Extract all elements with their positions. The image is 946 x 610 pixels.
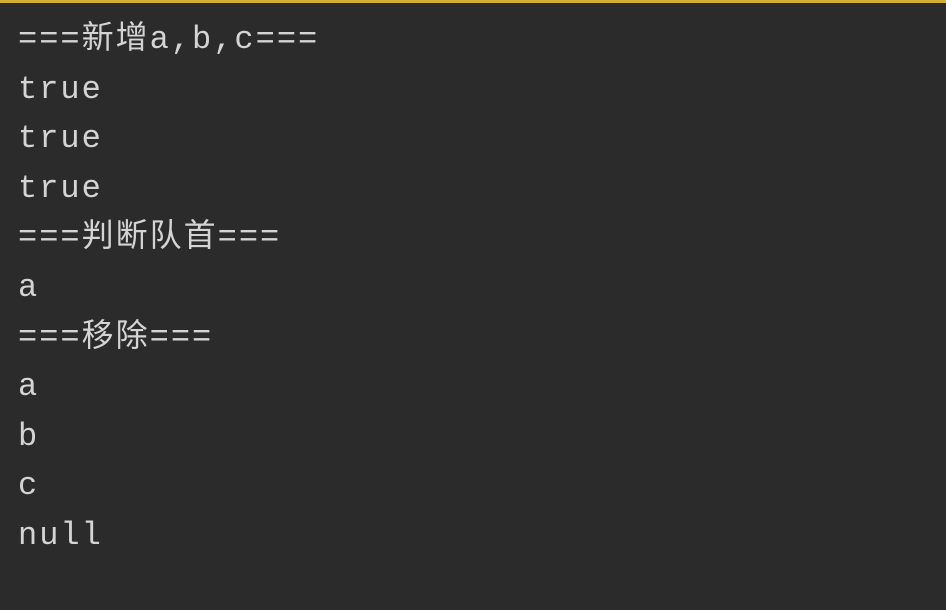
console-line: true xyxy=(18,164,928,214)
console-line: ===判断队首=== xyxy=(18,213,928,263)
console-line: a xyxy=(18,362,928,412)
console-line: a xyxy=(18,263,928,313)
console-line: ===新增a,b,c=== xyxy=(18,15,928,65)
console-line: b xyxy=(18,412,928,462)
console-line: true xyxy=(18,65,928,115)
console-line: c xyxy=(18,461,928,511)
console-output-area: ===新增a,b,c=== true true true ===判断队首=== … xyxy=(0,3,946,573)
console-line: ===移除=== xyxy=(18,313,928,363)
console-line: null xyxy=(18,511,928,561)
console-line: true xyxy=(18,114,928,164)
